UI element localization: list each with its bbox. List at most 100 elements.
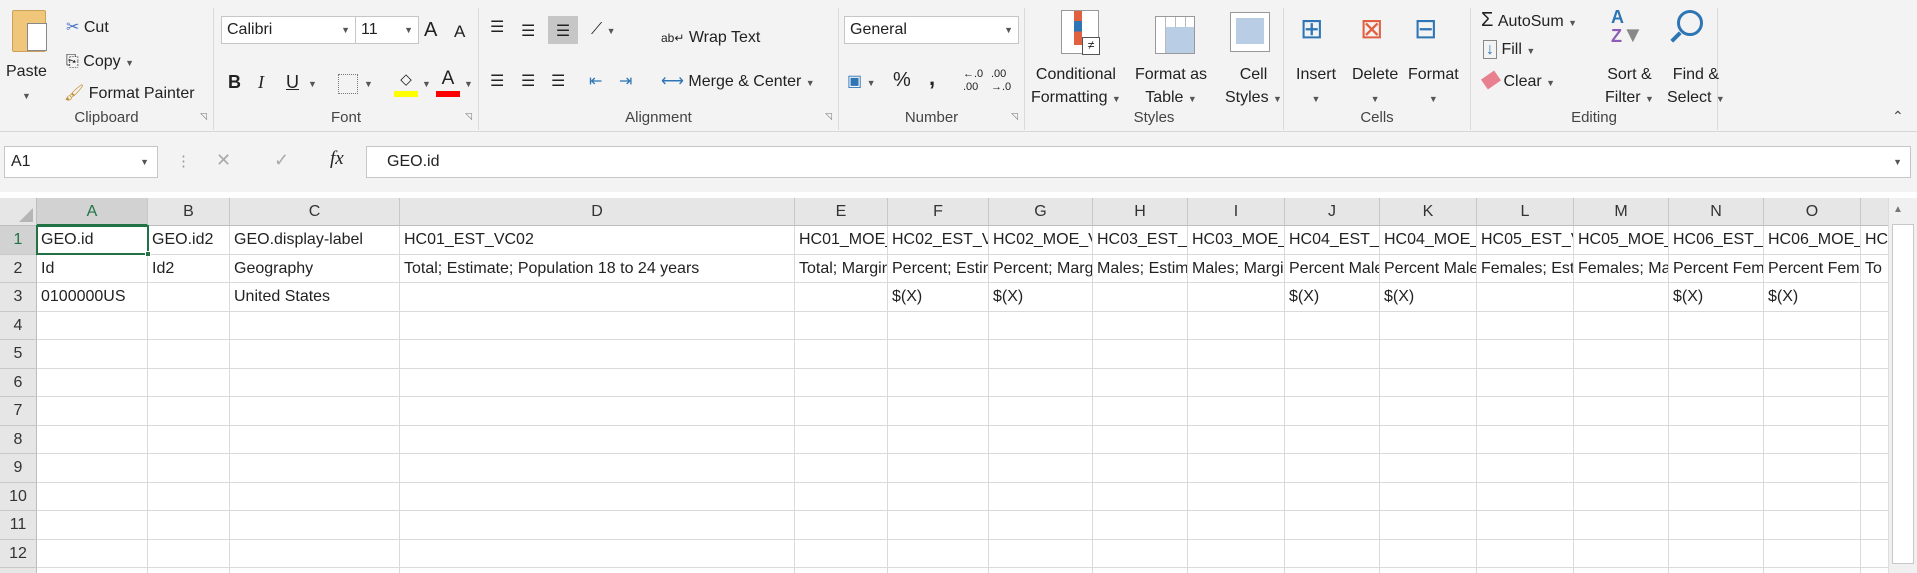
row-header-6[interactable]: 6 [0,368,37,397]
row-header-5[interactable]: 5 [0,340,37,369]
cell[interactable] [1380,568,1477,573]
cell[interactable] [1285,482,1380,511]
cell[interactable] [400,283,795,312]
center-button[interactable]: ☰ [521,72,535,92]
cell[interactable]: Males; Estimate [1093,254,1188,283]
cell[interactable] [1188,397,1285,426]
cell[interactable] [1188,482,1285,511]
cell[interactable] [1764,397,1861,426]
font-size-select[interactable]: 11 ▼ [355,16,419,44]
cell[interactable] [1764,425,1861,454]
cell[interactable]: HC [1861,226,1888,255]
cell[interactable]: Id [37,254,148,283]
cell[interactable] [1669,454,1764,483]
cell[interactable] [230,425,400,454]
align-middle-button[interactable]: ☰ [521,22,535,42]
cell[interactable] [1669,511,1764,540]
cell[interactable] [148,454,230,483]
row-header-7[interactable]: 7 [0,397,37,426]
scroll-up-icon[interactable]: ▲ [1893,204,1903,215]
cell[interactable] [148,511,230,540]
cell[interactable] [148,397,230,426]
cell[interactable]: HC06_EST_VC02 [1669,226,1764,255]
cell[interactable] [1574,397,1669,426]
fill-color-icon[interactable]: ◇ [394,70,418,97]
cell[interactable] [888,568,989,573]
increase-indent-button[interactable]: ⇥ [619,72,632,92]
cell[interactable] [37,397,148,426]
cell[interactable] [1188,425,1285,454]
cell[interactable] [1764,340,1861,369]
cell[interactable] [1285,340,1380,369]
cell[interactable] [795,397,888,426]
cell[interactable] [1477,454,1574,483]
row-header-2[interactable]: 2 [0,254,37,283]
cell[interactable]: HC06_MOE_VC02 [1764,226,1861,255]
cell[interactable] [989,482,1093,511]
collapse-ribbon-icon[interactable]: ⌃ [1892,108,1904,125]
cell[interactable] [1380,368,1477,397]
cell[interactable] [989,340,1093,369]
cell[interactable] [1285,454,1380,483]
cell[interactable]: Percent Females [1669,254,1764,283]
cell[interactable]: Percent Males [1285,254,1380,283]
cell[interactable] [1574,425,1669,454]
cell[interactable] [230,311,400,340]
cell[interactable] [1669,482,1764,511]
column-header-d[interactable]: D [400,198,795,226]
cell[interactable] [1861,568,1888,573]
cell[interactable] [1861,539,1888,568]
cell[interactable]: Females; Margin [1574,254,1669,283]
cell[interactable] [1380,511,1477,540]
bold-button[interactable]: B [228,72,241,92]
row-header-13[interactable]: 13 [0,568,37,573]
cell[interactable] [1285,311,1380,340]
cell[interactable] [1188,368,1285,397]
cell[interactable] [1861,425,1888,454]
cell[interactable] [1574,482,1669,511]
cell[interactable] [1477,311,1574,340]
cell[interactable] [148,368,230,397]
cell[interactable] [1285,425,1380,454]
cell[interactable] [795,539,888,568]
cell[interactable]: $(X) [1380,283,1477,312]
underline-button[interactable]: U [286,72,299,92]
accounting-format-button[interactable]: ▣ ▼ [847,72,876,93]
comma-button[interactable]: , [929,67,935,89]
cell[interactable] [1188,340,1285,369]
cell[interactable] [37,454,148,483]
cell[interactable] [37,340,148,369]
cell[interactable] [37,368,148,397]
cell[interactable] [795,368,888,397]
cell[interactable] [1285,397,1380,426]
cell[interactable] [1093,397,1188,426]
cell[interactable] [400,340,795,369]
cell[interactable] [400,425,795,454]
cell[interactable] [1093,511,1188,540]
cell[interactable] [1861,482,1888,511]
clipboard-launcher-icon[interactable]: ◹ [200,111,207,122]
cell[interactable] [1477,539,1574,568]
cell[interactable] [37,482,148,511]
column-header-n[interactable]: N [1669,198,1764,226]
align-right-button[interactable]: ☰ [551,72,565,92]
underline-dropdown[interactable]: ▼ [308,74,317,94]
cell[interactable]: Percent Females [1764,254,1861,283]
conditional-formatting-button[interactable]: Conditional Formatting ▼ [1031,63,1121,111]
cell[interactable] [1188,568,1285,573]
row-header-8[interactable]: 8 [0,425,37,454]
cell[interactable] [400,511,795,540]
cell[interactable]: $(X) [1764,283,1861,312]
enter-icon[interactable]: ✓ [274,150,289,171]
cell[interactable] [1574,454,1669,483]
formula-bar-splitter-icon[interactable]: ⋮ [176,152,191,170]
cell[interactable] [1285,511,1380,540]
cell[interactable] [1380,482,1477,511]
cell[interactable] [1861,340,1888,369]
cell[interactable] [1764,311,1861,340]
column-header-j[interactable]: J [1285,198,1380,226]
cell[interactable] [989,311,1093,340]
cell[interactable] [1861,283,1888,312]
cell[interactable] [37,539,148,568]
scroll-thumb[interactable] [1892,224,1914,564]
